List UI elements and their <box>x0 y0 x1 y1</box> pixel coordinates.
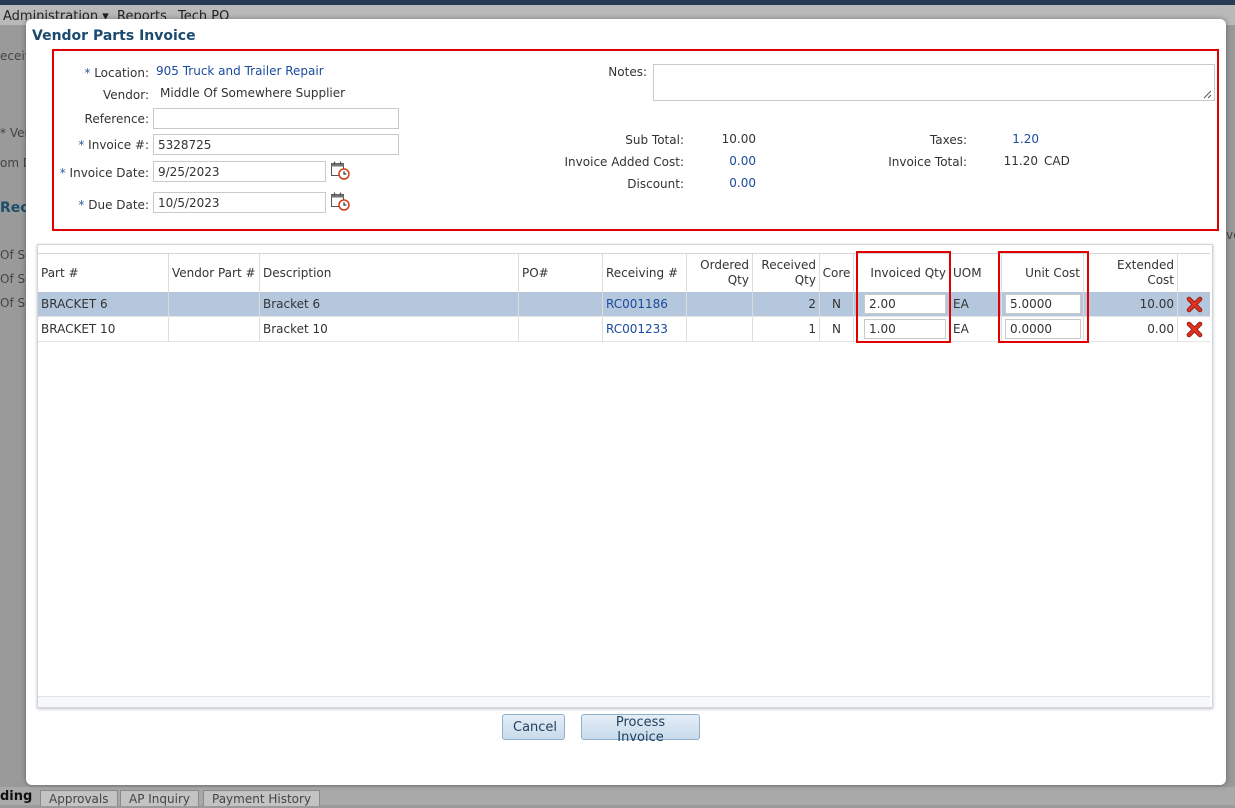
invoice-added-cost-label: Invoice Added Cost: <box>564 155 684 169</box>
tab-approvals[interactable]: Approvals <box>40 790 118 806</box>
parts-grid: Part # Vendor Part # Description PO# Rec… <box>37 244 1213 708</box>
sub-total-label: Sub Total: <box>625 133 684 147</box>
invoice-added-cost-value[interactable]: 0.00 <box>729 154 756 168</box>
reference-input[interactable] <box>153 108 399 129</box>
col-unit-cost[interactable]: Unit Cost <box>1002 254 1084 292</box>
invoice-total-value: 11.20 <box>1003 154 1038 168</box>
cell-po <box>519 317 603 341</box>
invoice-total-label: Invoice Total: <box>888 155 967 169</box>
calendar-clock-icon[interactable] <box>330 191 350 211</box>
cancel-button[interactable]: Cancel <box>502 714 565 740</box>
due-date-input[interactable] <box>153 192 326 213</box>
grid-header: Part # Vendor Part # Description PO# Rec… <box>38 253 1210 293</box>
invoice-number-input[interactable] <box>153 134 399 155</box>
col-vendor-part[interactable]: Vendor Part # <box>169 254 260 292</box>
sub-total-value: 10.00 <box>721 132 756 146</box>
col-core[interactable]: Core <box>820 254 854 292</box>
cell-unit-cost <box>1002 317 1084 341</box>
invoice-number-label: * Invoice #: <box>78 138 149 152</box>
cell-description: Bracket 6 <box>260 292 519 316</box>
cell-receiving: RC001233 <box>603 317 687 341</box>
taxes-value[interactable]: 1.20 <box>1012 132 1039 146</box>
cell-extended-cost: 0.00 <box>1084 317 1178 341</box>
receiving-link[interactable]: RC001186 <box>606 297 668 311</box>
cell-invoiced-qty <box>854 317 950 341</box>
vendor-value: Middle Of Somewhere Supplier <box>160 86 346 100</box>
cell-received-qty: 1 <box>753 317 820 341</box>
col-extended-cost[interactable]: Extended Cost <box>1084 254 1178 292</box>
table-row[interactable]: BRACKET 6 Bracket 6 RC001186 2 N EA 10.0… <box>38 292 1210 317</box>
unit-cost-input[interactable] <box>1005 319 1081 339</box>
resize-grip-icon[interactable] <box>1202 89 1212 99</box>
invoiced-qty-input[interactable] <box>864 294 946 314</box>
cell-extended-cost: 10.00 <box>1084 292 1178 316</box>
grid-footer <box>38 696 1210 707</box>
cell-ordered-qty <box>687 317 753 341</box>
delete-x-icon[interactable] <box>1186 296 1203 313</box>
unit-cost-input[interactable] <box>1005 294 1081 314</box>
background-tab-active[interactable]: ding <box>0 789 32 804</box>
delete-x-icon[interactable] <box>1186 321 1203 338</box>
col-uom[interactable]: UOM <box>950 254 1002 292</box>
col-description[interactable]: Description <box>260 254 519 292</box>
required-marker: * <box>59 166 66 180</box>
cell-actions <box>1178 317 1210 341</box>
cell-vendor-part <box>169 292 260 316</box>
cell-core: N <box>820 292 854 316</box>
cell-po <box>519 292 603 316</box>
reference-label: Reference: <box>84 112 149 126</box>
table-row[interactable]: BRACKET 10 Bracket 10 RC001233 1 N EA 0.… <box>38 317 1210 342</box>
cell-description: Bracket 10 <box>260 317 519 341</box>
cell-invoiced-qty <box>854 292 950 316</box>
cell-uom: EA <box>950 292 1002 316</box>
col-actions <box>1178 254 1210 292</box>
taxes-label: Taxes: <box>929 133 967 147</box>
background-fragment: ve <box>1226 228 1235 242</box>
process-invoice-button[interactable]: Process Invoice <box>581 714 700 745</box>
tab-payment-history[interactable]: Payment History <box>203 790 321 806</box>
cell-unit-cost <box>1002 292 1084 316</box>
discount-label: Discount: <box>627 177 684 191</box>
required-marker: * <box>84 66 91 80</box>
cell-received-qty: 2 <box>753 292 820 316</box>
notes-textarea[interactable] <box>653 64 1215 101</box>
invoice-date-input[interactable] <box>153 161 326 182</box>
tab-ap-inquiry[interactable]: AP Inquiry <box>120 790 199 806</box>
col-ordered-qty[interactable]: Ordered Qty <box>687 254 753 292</box>
cell-part-number: BRACKET 6 <box>38 292 169 316</box>
location-label: * Location: <box>84 66 149 80</box>
invoice-date-label: * Invoice Date: <box>59 166 149 180</box>
cell-receiving: RC001186 <box>603 292 687 316</box>
currency-code: CAD <box>1044 154 1070 168</box>
cell-part-number: BRACKET 10 <box>38 317 169 341</box>
dialog-title: Vendor Parts Invoice <box>32 28 196 44</box>
invoiced-qty-input[interactable] <box>864 319 946 339</box>
notes-label: Notes: <box>608 65 647 79</box>
col-invoiced-qty[interactable]: Invoiced Qty <box>854 254 950 292</box>
due-date-label: * Due Date: <box>78 198 149 212</box>
vendor-parts-invoice-dialog: Vendor Parts Invoice * Location: 905 Tru… <box>26 19 1226 785</box>
discount-value[interactable]: 0.00 <box>729 176 756 190</box>
background-heading-fragment: Rec <box>0 200 29 216</box>
cell-ordered-qty <box>687 292 753 316</box>
vendor-label: Vendor: <box>103 88 149 102</box>
required-marker: * <box>78 198 85 212</box>
col-po[interactable]: PO# <box>519 254 603 292</box>
calendar-clock-icon[interactable] <box>330 160 350 180</box>
cell-actions <box>1178 292 1210 316</box>
required-marker: * <box>78 138 85 152</box>
location-value[interactable]: 905 Truck and Trailer Repair <box>156 64 324 78</box>
receiving-link[interactable]: RC001233 <box>606 322 668 336</box>
col-part-number[interactable]: Part # <box>38 254 169 292</box>
cell-uom: EA <box>950 317 1002 341</box>
cell-vendor-part <box>169 317 260 341</box>
col-received-qty[interactable]: Received Qty <box>753 254 820 292</box>
col-receiving[interactable]: Receiving # <box>603 254 687 292</box>
cell-core: N <box>820 317 854 341</box>
